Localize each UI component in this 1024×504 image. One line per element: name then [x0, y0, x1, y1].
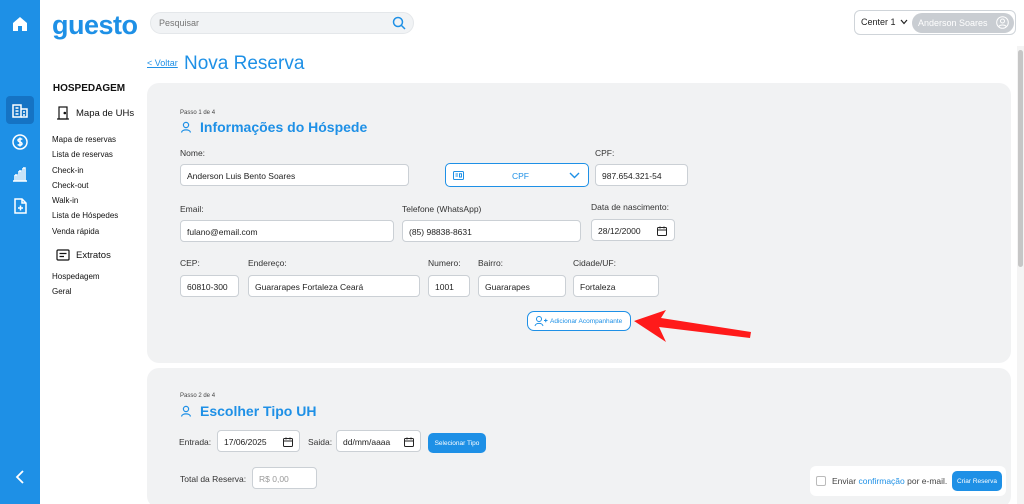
calendar-icon [657, 226, 667, 236]
cidade-label: Cidade/UF: [573, 258, 616, 268]
bairro-label: Bairro: [478, 258, 504, 268]
center-selector[interactable]: Center 1 [861, 17, 908, 27]
calendar-icon [404, 437, 414, 447]
receipt-icon [56, 249, 70, 261]
email-field[interactable]: fulano@email.com [180, 220, 394, 242]
sidebar-item-geral[interactable]: Geral [52, 284, 142, 299]
send-email-prefix: Enviar [832, 476, 859, 486]
nascimento-label: Data de nascimento: [591, 202, 669, 212]
telefone-field[interactable]: (85) 98838-8631 [402, 220, 581, 242]
sidebar-item-walk-in[interactable]: Walk-in [52, 193, 142, 208]
nascimento-field[interactable]: 28/12/2000 [591, 219, 675, 241]
page-title: Nova Reserva [184, 53, 305, 74]
user-avatar-icon [996, 16, 1009, 31]
collapse-chevron-icon[interactable] [8, 465, 32, 489]
icon-rail [0, 0, 40, 504]
sidebar-item-mapa-de-reservas[interactable]: Mapa de reservas [52, 132, 142, 147]
scrollbar-thumb[interactable] [1018, 50, 1023, 267]
cpf-label: CPF: [595, 148, 615, 158]
user-name: Anderson Soares [918, 18, 988, 28]
numero-label: Numero: [428, 258, 461, 268]
sidebar-item-check-out[interactable]: Check-out [52, 178, 142, 193]
sidebar-item-venda-rapida[interactable]: Venda rápida [52, 224, 142, 239]
document-type-value: CPF [512, 171, 529, 181]
send-email-checkbox[interactable] [816, 476, 826, 486]
door-icon [57, 106, 69, 120]
nascimento-value: 28/12/2000 [598, 226, 641, 236]
sidebar-item-lista-de-reservas[interactable]: Lista de reservas [52, 147, 142, 162]
nome-field[interactable]: Anderson Luis Bento Soares [180, 164, 409, 186]
chevron-down-icon [900, 19, 908, 25]
search-bar[interactable] [150, 12, 414, 34]
sidebar-group-mapa-label: Mapa de UHs [76, 107, 135, 119]
sidebar-item-lista-de-hospedes[interactable]: Lista de Hóspedes [52, 208, 142, 223]
total-field[interactable]: R$ 0,00 [252, 467, 317, 489]
back-link[interactable]: < Voltar [147, 58, 178, 68]
choose-uh-title-text: Escolher Tipo UH [200, 403, 317, 419]
entrada-field[interactable]: 17/06/2025 [217, 430, 300, 452]
guest-info-title: Informações do Hóspede [180, 119, 367, 135]
confirmation-link[interactable]: confirmação [858, 476, 904, 486]
bar-chart-icon[interactable] [8, 162, 32, 186]
send-email-suffix: por e-mail. [904, 476, 948, 486]
document-type-select[interactable]: CPF [445, 163, 589, 187]
chevron-down-icon [569, 172, 580, 179]
cpf-field[interactable]: 987.654.321-54 [595, 164, 688, 186]
entrada-value: 17/06/2025 [224, 437, 267, 447]
search-icon[interactable] [392, 16, 406, 35]
sidebar-group-mapa[interactable]: Mapa de UHs [56, 106, 142, 120]
header-controls: Center 1 Anderson Soares [854, 10, 1016, 35]
sidebar-item-hospedagem[interactable]: Hospedagem [52, 269, 142, 284]
guest-info-title-text: Informações do Hóspede [200, 119, 368, 135]
endereco-label: Endereço: [248, 258, 287, 268]
footer-action-bar: Enviar confirmação por e-mail. Criar Res… [810, 466, 1006, 496]
annotation-arrow [634, 310, 751, 342]
numero-field[interactable]: 1001 [428, 275, 470, 297]
home-icon[interactable] [8, 12, 32, 36]
add-user-icon [534, 315, 548, 329]
sidebar-item-check-in[interactable]: Check-in [52, 163, 142, 178]
cep-field[interactable]: 60810-300 [180, 275, 239, 297]
choose-uh-title: Escolher Tipo UH [180, 403, 316, 419]
send-email-label: Enviar confirmação por e-mail. [832, 476, 947, 486]
add-document-icon[interactable] [8, 194, 32, 218]
search-input[interactable] [159, 18, 379, 28]
user-menu[interactable]: Anderson Soares [912, 13, 1014, 33]
endereco-field[interactable]: Guararapes Fortaleza Ceará [248, 275, 420, 297]
id-card-icon [453, 171, 464, 180]
select-type-button[interactable]: Selecionar Tipo [428, 433, 486, 453]
calendar-icon [283, 437, 293, 447]
add-companion-button[interactable]: Adicionar Acompanhante [527, 311, 631, 331]
entrada-label: Entrada: [179, 437, 212, 447]
brand-logo[interactable]: guesto [52, 10, 138, 41]
user-icon [180, 405, 192, 417]
cidade-field[interactable]: Fortaleza [573, 275, 659, 297]
email-label: Email: [180, 204, 204, 214]
total-label: Total da Reserva: [180, 474, 247, 484]
bairro-field[interactable]: Guararapes [478, 275, 566, 297]
nome-label: Nome: [180, 148, 206, 158]
step-2-label: Passo 2 de 4 [180, 393, 216, 399]
user-icon [180, 121, 192, 133]
step-1-label: Passo 1 de 4 [180, 110, 216, 116]
sidebar-group-extratos[interactable]: Extratos [56, 249, 142, 261]
side-menu: HOSPEDAGEM Mapa de UHs Mapa de reservas … [52, 83, 142, 300]
create-reservation-button[interactable]: Criar Reserva [952, 471, 1002, 491]
telefone-label: Telefone (WhatsApp) [402, 204, 482, 214]
saida-value: dd/mm/aaaa [343, 437, 391, 447]
saida-field[interactable]: dd/mm/aaaa [336, 430, 421, 452]
add-companion-label: Adicionar Acompanhante [550, 318, 623, 325]
center-selector-label: Center 1 [861, 17, 896, 27]
sidebar-group-extratos-label: Extratos [76, 249, 111, 261]
saida-label: Saida: [308, 437, 333, 447]
hotel-building-icon[interactable] [6, 96, 34, 124]
sidebar-heading: HOSPEDAGEM [52, 83, 126, 94]
cep-label: CEP: [180, 258, 200, 268]
dollar-icon[interactable] [8, 130, 32, 154]
